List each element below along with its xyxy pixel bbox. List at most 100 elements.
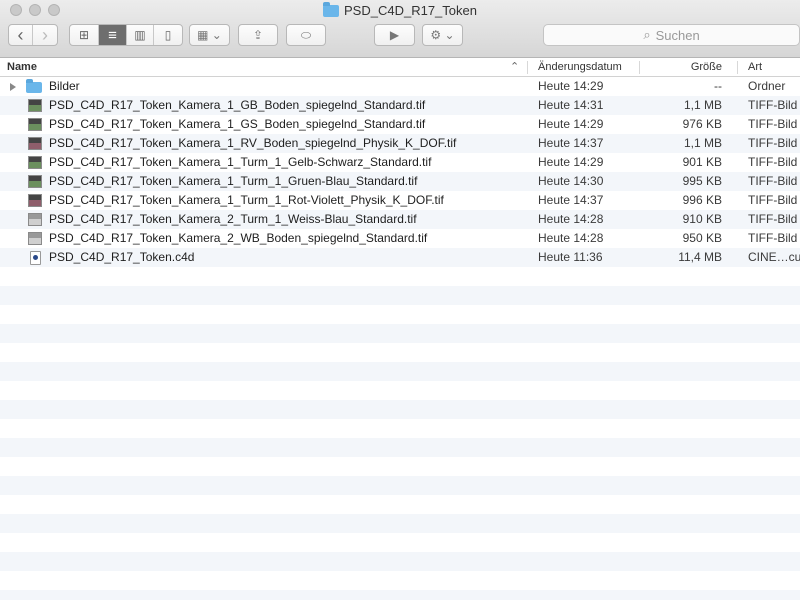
file-row[interactable]: PSD_C4D_R17_Token_Kamera_1_GB_Boden_spie… <box>0 96 800 115</box>
empty-row <box>0 362 800 381</box>
empty-row <box>0 400 800 419</box>
search-placeholder: Suchen <box>655 27 700 43</box>
file-kind: TIFF-Bild <box>748 117 798 131</box>
tif-white-icon <box>28 232 42 245</box>
file-size: 1,1 MB <box>683 136 722 150</box>
list-view-button[interactable]: ≡ <box>99 25 127 45</box>
empty-row <box>0 571 800 590</box>
file-date: Heute 14:28 <box>538 231 604 245</box>
action-button[interactable]: ⚙ ⌄ <box>422 24 463 46</box>
tif-icon <box>28 156 42 169</box>
empty-row <box>0 419 800 438</box>
file-size: 910 KB <box>682 212 722 226</box>
file-date: Heute 14:29 <box>538 155 604 169</box>
file-date: Heute 14:31 <box>538 98 604 112</box>
file-kind: TIFF-Bild <box>748 98 798 112</box>
file-date: Heute 14:37 <box>538 193 604 207</box>
file-size: 950 KB <box>682 231 722 245</box>
file-date: Heute 14:37 <box>538 136 604 150</box>
file-row[interactable]: PSD_C4D_R17_Token_Kamera_1_Turm_1_Gelb-S… <box>0 153 800 172</box>
file-name: PSD_C4D_R17_Token_Kamera_1_GB_Boden_spie… <box>49 98 426 112</box>
file-row[interactable]: PSD_C4D_R17_Token.c4d Heute 11:36 11,4 MB C… <box>0 248 800 267</box>
empty-row <box>0 457 800 476</box>
file-name: Bilder <box>49 79 80 93</box>
tag-button[interactable]: ⬭ <box>286 24 326 46</box>
file-row[interactable]: PSD_C4D_R17_Token_Kamera_1_Turm_1_Gruen-… <box>0 172 800 191</box>
window-title: PSD_C4D_R17_Token <box>0 1 800 18</box>
file-size: -- <box>714 79 722 93</box>
empty-row <box>0 552 800 571</box>
empty-row <box>0 495 800 514</box>
file-name: PSD_C4D_R17_Token_Kamera_2_Turm_1_Weiss-… <box>49 212 417 226</box>
tif-red-icon <box>28 137 42 150</box>
window-title-text: PSD_C4D_R17_Token <box>344 3 477 18</box>
file-date: Heute 11:36 <box>538 250 603 264</box>
folder-icon <box>26 79 42 93</box>
share-button[interactable]: ⇪ <box>238 24 278 46</box>
file-kind: TIFF-Bild <box>748 212 798 226</box>
file-row[interactable]: PSD_C4D_R17_Token_Kamera_1_RV_Boden_spie… <box>0 134 800 153</box>
file-date: Heute 14:29 <box>538 117 604 131</box>
file-size: 11,4 MB <box>678 250 722 264</box>
sort-ascending-icon: ⌃ <box>510 61 520 73</box>
c4d-icon <box>30 251 41 265</box>
back-button[interactable]: ‹ <box>9 25 33 45</box>
icon-view-button[interactable]: ⊞ <box>70 25 99 45</box>
view-mode-group: ⊞ ≡ ▥ ▯ <box>69 24 183 46</box>
empty-row <box>0 324 800 343</box>
tif-icon <box>28 118 42 131</box>
file-kind: TIFF-Bild <box>748 155 798 169</box>
tif-white-icon <box>28 213 42 226</box>
file-size: 976 KB <box>682 117 722 131</box>
column-size-header[interactable]: Größe <box>640 58 722 77</box>
file-kind: TIFF-Bild <box>748 174 798 188</box>
quicklook-button[interactable]: ▶ <box>374 24 415 46</box>
forward-button[interactable]: › <box>33 25 57 45</box>
empty-row <box>0 590 800 600</box>
file-size: 1,1 MB <box>683 98 722 112</box>
arrange-button[interactable]: ▦ ⌄ <box>189 24 230 46</box>
file-name: PSD_C4D_R17_Token_Kamera_1_GS_Boden_spie… <box>49 117 426 131</box>
file-row[interactable]: PSD_C4D_R17_Token_Kamera_1_GS_Boden_spie… <box>0 115 800 134</box>
empty-row <box>0 438 800 457</box>
file-row[interactable]: PSD_C4D_R17_Token_Kamera_2_Turm_1_Weiss-… <box>0 210 800 229</box>
disclosure-triangle-icon[interactable] <box>10 83 16 91</box>
empty-row <box>0 476 800 495</box>
file-row[interactable]: PSD_C4D_R17_Token_Kamera_1_Turm_1_Rot-Vi… <box>0 191 800 210</box>
file-size: 995 KB <box>682 174 722 188</box>
empty-row <box>0 514 800 533</box>
file-row[interactable]: PSD_C4D_R17_Token_Kamera_2_WB_Boden_spie… <box>0 229 800 248</box>
file-date: Heute 14:28 <box>538 212 604 226</box>
file-name: PSD_C4D_R17_Token_Kamera_1_Turm_1_Gruen-… <box>49 174 418 188</box>
file-name: PSD_C4D_R17_Token_Kamera_2_WB_Boden_spie… <box>49 231 428 245</box>
column-date-header[interactable]: Änderungsdatum <box>538 58 622 77</box>
folder-icon <box>323 1 340 17</box>
column-kind-header[interactable]: Art <box>748 58 762 77</box>
file-date: Heute 14:29 <box>538 79 604 93</box>
column-view-button[interactable]: ▥ <box>127 25 154 45</box>
empty-row <box>0 305 800 324</box>
file-size: 901 KB <box>682 155 722 169</box>
empty-row <box>0 533 800 552</box>
file-list: Bilder Heute 14:29 -- Ordner PSD_C4D_R17_Tok… <box>0 77 800 600</box>
tif-icon <box>28 175 42 188</box>
file-row[interactable]: Bilder Heute 14:29 -- Ordner <box>0 77 800 96</box>
file-size: 996 KB <box>682 193 722 207</box>
column-divider[interactable] <box>737 61 738 74</box>
file-name: PSD_C4D_R17_Token_Kamera_1_RV_Boden_spie… <box>49 136 457 150</box>
empty-row <box>0 267 800 286</box>
column-name-header[interactable]: Name <box>7 58 37 77</box>
column-header: Name ⌃ Änderungsdatum Größe Art <box>0 58 800 77</box>
empty-row <box>0 343 800 362</box>
search-icon: ⌕ <box>643 27 651 42</box>
coverflow-view-button[interactable]: ▯ <box>154 25 182 45</box>
tif-red-icon <box>28 194 42 207</box>
file-name: PSD_C4D_R17_Token_Kamera_1_Turm_1_Rot-Vi… <box>49 193 444 207</box>
tif-icon <box>28 99 42 112</box>
empty-row <box>0 381 800 400</box>
column-divider[interactable] <box>527 61 528 74</box>
window-toolbar: PSD_C4D_R17_Token ‹ › ⊞ ≡ ▥ ▯ ▦ ⌄ ⇪ ⬭ ▶ … <box>0 0 800 58</box>
search-field[interactable]: ⌕ Suchen <box>543 24 800 46</box>
file-kind: TIFF-Bild <box>748 193 798 207</box>
file-kind: TIFF-Bild <box>748 231 798 245</box>
